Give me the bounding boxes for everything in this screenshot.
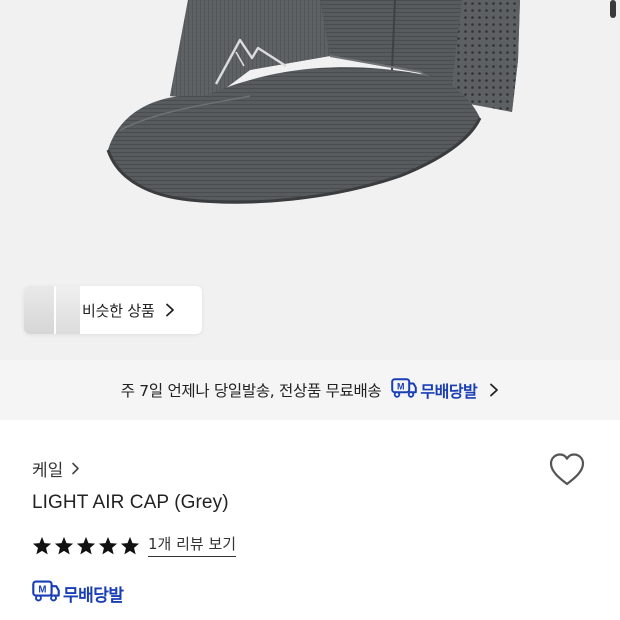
star-filled-icon [76, 536, 96, 554]
product-info: 케일 LIGHT AIR CAP (Grey) 1개 리뷰 보기 M 무배당발 [0, 420, 620, 620]
rating-row: 1개 리뷰 보기 [32, 533, 237, 557]
brand-link[interactable]: 케일 [32, 456, 80, 481]
delivery-truck-icon: M [32, 580, 60, 606]
brand-name: 케일 [32, 461, 64, 481]
similar-thumbnail [24, 286, 54, 334]
star-filled-icon [120, 536, 140, 554]
delivery-truck-icon: M [391, 378, 418, 402]
similar-thumbnail [56, 286, 80, 334]
free-delivery-badge-label: 무배당발 [420, 382, 478, 401]
product-name: LIGHT AIR CAP (Grey) [32, 492, 229, 513]
svg-text:M: M [397, 382, 405, 392]
svg-text:M: M [38, 585, 46, 596]
chevron-right-icon [165, 303, 175, 317]
free-delivery-badge: M 무배당발 [32, 580, 124, 606]
similar-products-thumbnails [24, 286, 80, 334]
image-scroll-indicator [610, 0, 616, 18]
star-filled-icon [98, 536, 118, 554]
free-delivery-badge-label: 무배당발 [63, 585, 124, 606]
similar-products-label: 비슷한 상품 [82, 301, 155, 320]
heart-outline-icon [546, 453, 588, 494]
chevron-right-icon [489, 383, 499, 397]
review-link[interactable]: 1개 리뷰 보기 [148, 533, 237, 557]
delivery-banner[interactable]: 주 7일 언제나 당일발송, 전상품 무료배송 M 무배당발 [0, 360, 620, 420]
product-image-area[interactable]: 비슷한 상품 [0, 0, 620, 360]
star-filled-icon [54, 536, 74, 554]
delivery-banner-text: 주 7일 언제나 당일발송, 전상품 무료배송 [120, 382, 382, 400]
free-delivery-badge: M 무배당발 [391, 378, 478, 402]
star-filled-icon [32, 536, 52, 554]
similar-products-button[interactable]: 비슷한 상품 [24, 286, 202, 334]
rating-stars [32, 536, 142, 555]
chevron-right-icon [71, 462, 80, 475]
wishlist-button[interactable] [546, 450, 588, 490]
